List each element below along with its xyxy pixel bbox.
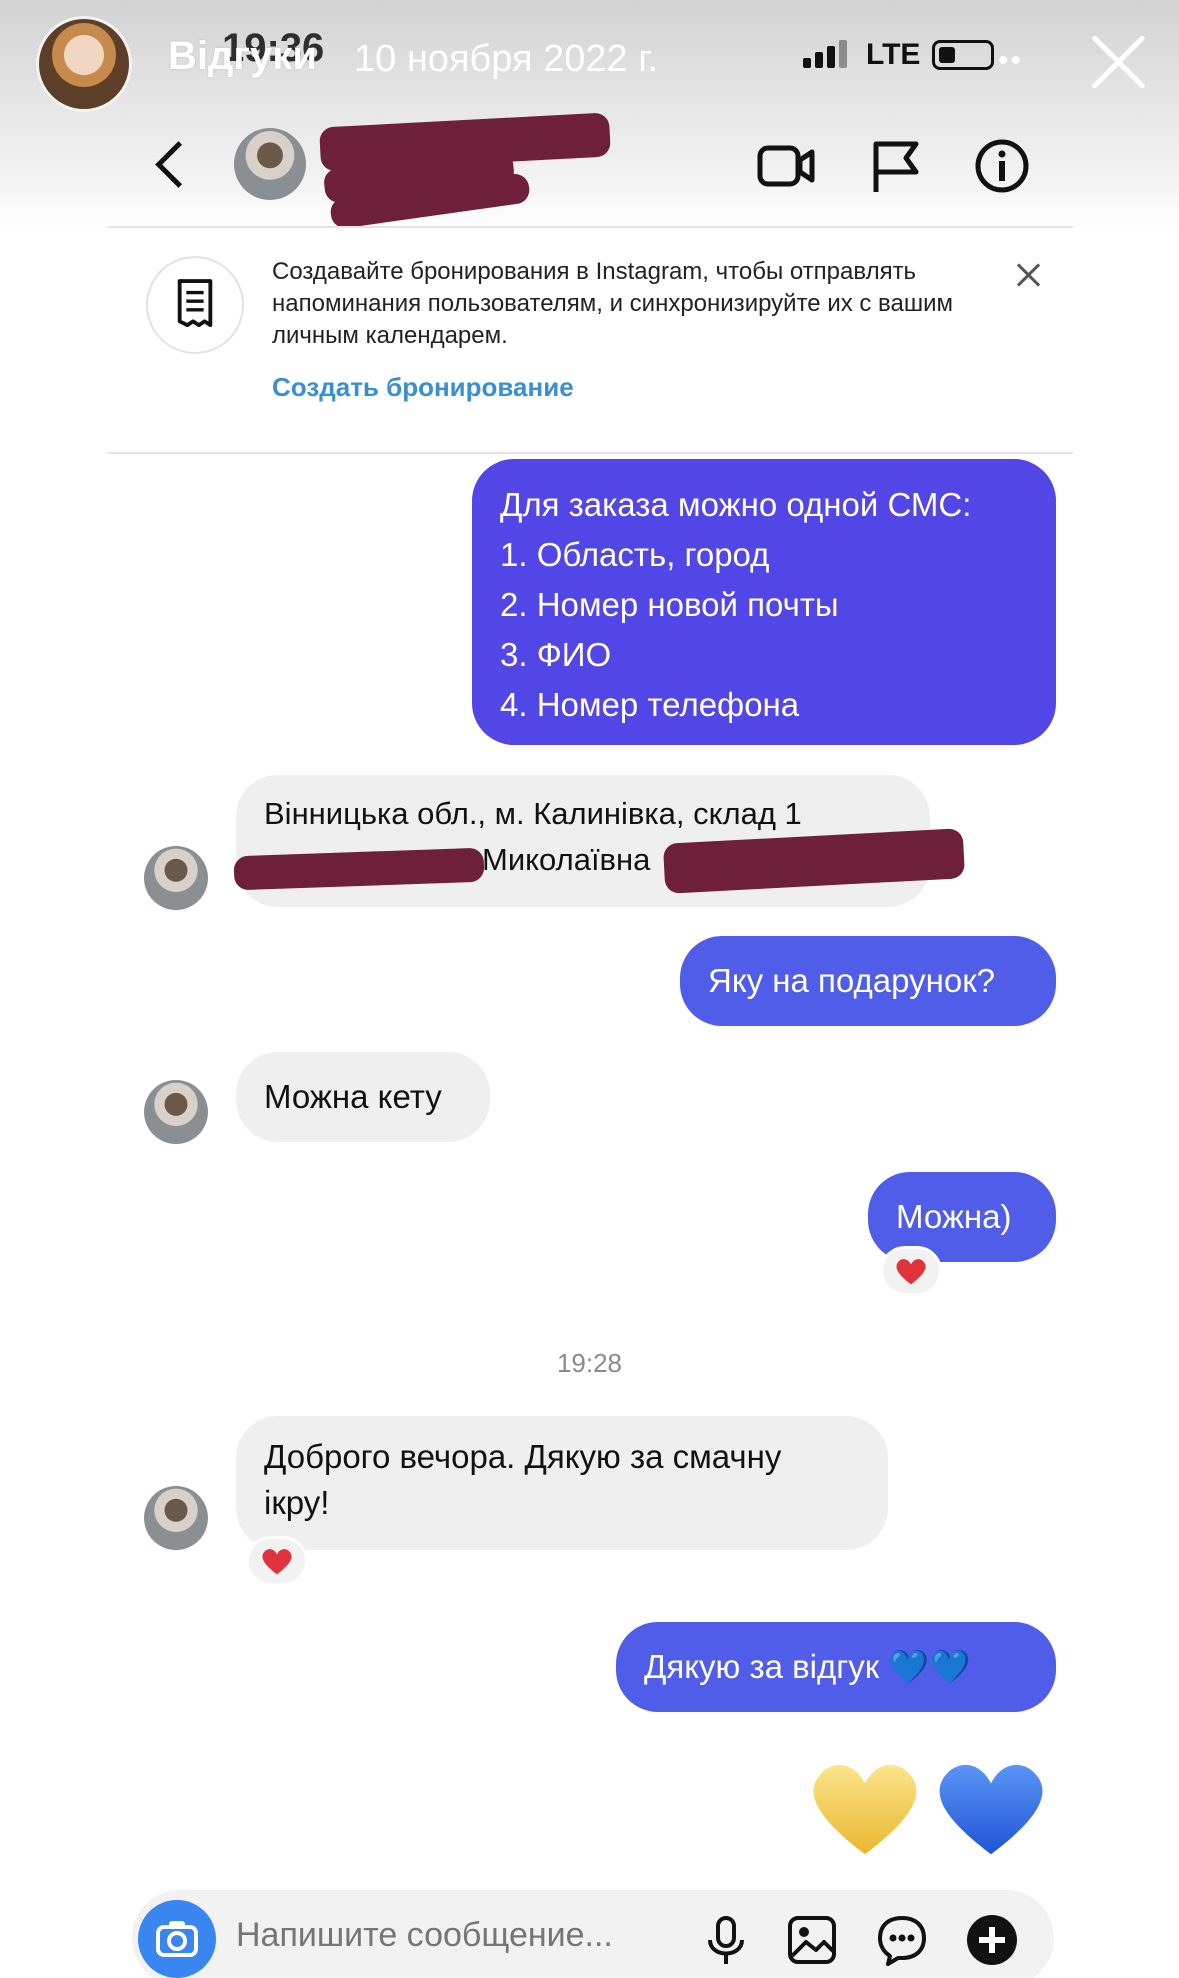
story-avatar[interactable] [36,16,132,112]
blue-heart-icon[interactable] [932,1752,1050,1862]
contact-avatar-small [144,1486,208,1550]
yellow-heart-icon[interactable] [806,1752,924,1862]
camera-button[interactable] [138,1900,216,1978]
message-line: Для заказа можно одной СМС: [500,486,972,523]
incoming-message[interactable]: Можна кету [236,1052,490,1142]
camera-icon [156,1921,198,1957]
message-line: 2. Номер новой почты [500,586,839,623]
message-reaction[interactable] [880,1246,942,1296]
sticker-icon[interactable] [872,1910,932,1970]
back-icon[interactable] [150,140,190,190]
header-divider [108,226,1073,228]
flag-icon[interactable] [866,138,926,194]
message-line: Доброго вечора. Дякую за смачну [264,1438,782,1475]
message-reaction[interactable] [246,1536,308,1586]
message-line: ікру! [264,1484,330,1521]
story-close-icon[interactable] [1086,30,1150,94]
banner-divider [108,452,1073,454]
chat-timestamp: 19:28 [556,1348,623,1378]
gallery-icon[interactable] [782,1910,842,1970]
more-dots-icon: •• [998,44,1024,77]
message-line: 4. Номер телефона [500,686,800,723]
incoming-message-review[interactable]: Доброго вечора. Дякую за смачну ікру! [236,1416,888,1550]
create-booking-link[interactable]: Создать бронирование [272,372,574,403]
network-type: LTE [866,38,921,71]
plus-icon[interactable] [962,1910,1022,1970]
red-heart-icon [896,1259,926,1285]
outgoing-message[interactable]: Яку на подарунок? [680,936,1056,1026]
contact-avatar-small [144,1080,208,1144]
outgoing-message-order-instructions[interactable]: Для заказа можно одной СМС: 1. Область, … [472,459,1056,745]
red-heart-icon [262,1549,292,1575]
signal-icon [803,40,853,68]
message-line: Вінницька обл., м. Калинівка, склад 1 [264,796,802,831]
message-line: 1. Область, город [500,536,770,573]
battery-icon [932,40,994,70]
receipt-icon [177,279,213,328]
story-date: 10 ноября 2022 г. [354,38,658,80]
booking-banner-text: Создавайте бронирования в Instagram, что… [272,258,954,349]
outgoing-message[interactable]: Дякую за відгук 💙💙 [616,1622,1056,1712]
contact-avatar-small [144,846,208,910]
microphone-icon[interactable] [696,1910,756,1970]
contact-avatar[interactable] [234,128,306,200]
message-line: 3. ФИО [500,636,612,673]
video-call-icon[interactable] [756,138,816,194]
info-icon[interactable] [972,138,1032,194]
close-icon[interactable] [1016,262,1042,288]
message-input[interactable] [236,1916,676,1955]
story-title: Відгуки [168,34,317,78]
booking-banner-icon [146,256,244,354]
